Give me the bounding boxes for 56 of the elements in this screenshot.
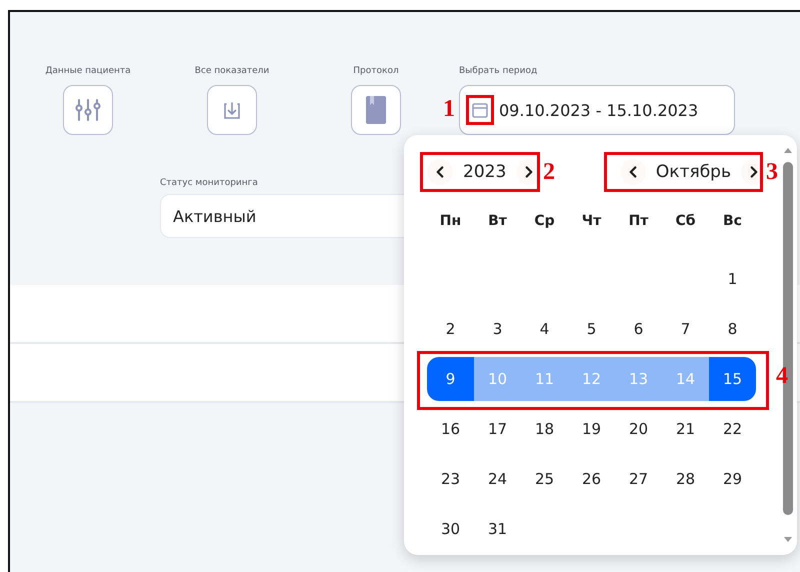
annotation-number: 4	[776, 364, 788, 388]
book-icon	[364, 95, 388, 125]
sliders-icon	[75, 98, 101, 122]
calendar-day[interactable]: 29	[709, 457, 756, 501]
previous-month-button[interactable]	[620, 159, 646, 185]
calendar-day[interactable]: 3	[474, 307, 521, 351]
calendar-day[interactable]: 30	[427, 507, 474, 551]
calendar-day[interactable]: 17	[474, 407, 521, 451]
field-label: Выбрать период	[459, 65, 538, 77]
calendar-day[interactable]: 24	[474, 457, 521, 501]
calendar-day[interactable]: 9	[427, 357, 474, 401]
calendar-day[interactable]: 23	[427, 457, 474, 501]
calendar-day[interactable]: 5	[568, 307, 615, 351]
date-range-field[interactable]: 09.10.2023 - 15.10.2023	[459, 85, 735, 135]
weekday-label: Чт	[580, 213, 602, 229]
calendar-day[interactable]: 18	[521, 407, 568, 451]
calendar-day[interactable]: 7	[662, 307, 709, 351]
toolbar-label: Все показатели	[194, 65, 270, 77]
annotation-box	[466, 95, 494, 125]
calendar-day[interactable]: 25	[521, 457, 568, 501]
year-label: 2023	[462, 162, 508, 182]
weekday-label: Ср	[533, 213, 556, 229]
calendar-day[interactable]: 28	[662, 457, 709, 501]
weekday-label: Вт	[487, 213, 508, 229]
calendar-day[interactable]: 19	[568, 407, 615, 451]
calendar-day[interactable]: 27	[615, 457, 662, 501]
weekday-label: Пт	[628, 213, 650, 229]
calendar-day[interactable]: 2	[427, 307, 474, 351]
weekday-label: Сб	[674, 213, 697, 229]
calendar-day[interactable]: 4	[521, 307, 568, 351]
previous-year-button[interactable]	[427, 159, 453, 185]
annotation-number: 2	[543, 160, 555, 184]
calendar-day[interactable]: 8	[709, 307, 756, 351]
calendar-day[interactable]: 16	[427, 407, 474, 451]
toolbar-button[interactable]	[207, 85, 257, 135]
calendar-icon	[471, 101, 489, 119]
calendar-day[interactable]: 15	[709, 357, 756, 401]
calendar-day[interactable]: 6	[615, 307, 662, 351]
calendar-day[interactable]: 21	[662, 407, 709, 451]
weekday-label: Пн	[438, 213, 462, 229]
annotation-number: 1	[443, 97, 455, 121]
toolbar-button[interactable]	[351, 85, 401, 135]
calendar-day[interactable]: 20	[615, 407, 662, 451]
calendar-day[interactable]: 26	[568, 457, 615, 501]
calendar-day[interactable]: 31	[474, 507, 521, 551]
month-label: Октябрь	[654, 162, 732, 182]
annotation-number: 3	[766, 160, 778, 184]
weekday-label: Вс	[722, 213, 743, 229]
calendar-day[interactable]: 22	[709, 407, 756, 451]
date-range-text: 09.10.2023 - 15.10.2023	[499, 100, 698, 120]
toolbar-label: Данные пациента	[45, 65, 131, 77]
download-icon	[223, 100, 241, 120]
field-label: Статус мониторинга	[160, 177, 259, 189]
toolbar-button[interactable]	[63, 85, 113, 135]
toolbar-label: Протокол	[353, 65, 399, 77]
calendar-day[interactable]: 1	[709, 257, 756, 301]
